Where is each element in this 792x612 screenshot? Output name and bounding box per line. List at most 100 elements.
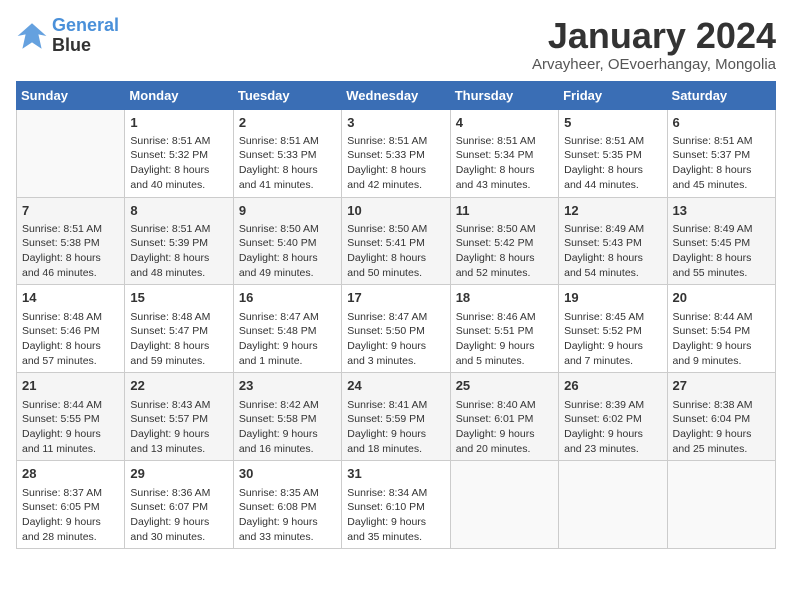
- day-number: 18: [456, 289, 553, 307]
- day-info: Sunrise: 8:47 AM Sunset: 5:50 PM Dayligh…: [347, 310, 444, 369]
- day-info: Sunrise: 8:44 AM Sunset: 5:55 PM Dayligh…: [22, 398, 119, 457]
- day-number: 29: [130, 465, 227, 483]
- day-number: 2: [239, 114, 336, 132]
- month-title: January 2024: [532, 16, 776, 56]
- day-number: 11: [456, 202, 553, 220]
- calendar-cell: 29 Sunrise: 8:36 AM Sunset: 6:07 PM Dayli…: [125, 461, 233, 549]
- day-info: Sunrise: 8:51 AM Sunset: 5:39 PM Dayligh…: [130, 222, 227, 281]
- day-info: Sunrise: 8:49 AM Sunset: 5:45 PM Dayligh…: [673, 222, 770, 281]
- day-info: Sunrise: 8:42 AM Sunset: 5:58 PM Dayligh…: [239, 398, 336, 457]
- day-info: Sunrise: 8:51 AM Sunset: 5:33 PM Dayligh…: [239, 134, 336, 193]
- day-number: 3: [347, 114, 444, 132]
- calendar-cell: 7Sunrise: 8:51 AM Sunset: 5:38 PM Daylig…: [17, 197, 125, 285]
- day-info: Sunrise: 8:44 AM Sunset: 5:54 PM Dayligh…: [673, 310, 770, 369]
- calendar-cell: 11 Sunrise: 8:50 AM Sunset: 5:42 PM Dayli…: [450, 197, 558, 285]
- calendar-cell: [17, 109, 125, 197]
- day-info: Sunrise: 8:48 AM Sunset: 5:47 PM Dayligh…: [130, 310, 227, 369]
- calendar-cell: 4 Sunrise: 8:51 AM Sunset: 5:34 PM Daylig…: [450, 109, 558, 197]
- day-info: Sunrise: 8:36 AM Sunset: 6:07 PM Dayligh…: [130, 486, 227, 545]
- calendar-cell: 12Sunrise: 8:49 AM Sunset: 5:43 PM Dayli…: [559, 197, 667, 285]
- day-info: Sunrise: 8:51 AM Sunset: 5:38 PM Dayligh…: [22, 222, 119, 281]
- day-header-friday: Friday: [559, 81, 667, 109]
- day-number: 26: [564, 377, 661, 395]
- calendar-cell: 24 Sunrise: 8:41 AM Sunset: 5:59 PM Dayli…: [342, 373, 450, 461]
- day-number: 15: [130, 289, 227, 307]
- day-number: 30: [239, 465, 336, 483]
- day-info: Sunrise: 8:51 AM Sunset: 5:37 PM Dayligh…: [673, 134, 770, 193]
- day-number: 10: [347, 202, 444, 220]
- day-info: Sunrise: 8:41 AM Sunset: 5:59 PM Dayligh…: [347, 398, 444, 457]
- logo-text: General Blue: [52, 16, 119, 56]
- day-number: 6: [673, 114, 770, 132]
- location-subtitle: Arvayheer, OEvoerhangay, Mongolia: [532, 56, 776, 73]
- calendar-cell: 27 Sunrise: 8:38 AM Sunset: 6:04 PM Dayli…: [667, 373, 775, 461]
- day-number: 31: [347, 465, 444, 483]
- calendar-cell: [667, 461, 775, 549]
- calendar-cell: 20 Sunrise: 8:44 AM Sunset: 5:54 PM Dayli…: [667, 285, 775, 373]
- calendar-week-row: 21 Sunrise: 8:44 AM Sunset: 5:55 PM Dayli…: [17, 373, 776, 461]
- day-header-monday: Monday: [125, 81, 233, 109]
- calendar-cell: 19 Sunrise: 8:45 AM Sunset: 5:52 PM Dayli…: [559, 285, 667, 373]
- day-info: Sunrise: 8:47 AM Sunset: 5:48 PM Dayligh…: [239, 310, 336, 369]
- calendar-cell: 21 Sunrise: 8:44 AM Sunset: 5:55 PM Dayli…: [17, 373, 125, 461]
- day-number: 24: [347, 377, 444, 395]
- day-info: Sunrise: 8:49 AM Sunset: 5:43 PM Dayligh…: [564, 222, 661, 281]
- day-number: 20: [673, 289, 770, 307]
- day-number: 8: [130, 202, 227, 220]
- day-info: Sunrise: 8:51 AM Sunset: 5:32 PM Dayligh…: [130, 134, 227, 193]
- day-number: 21: [22, 377, 119, 395]
- day-number: 22: [130, 377, 227, 395]
- day-info: Sunrise: 8:38 AM Sunset: 6:04 PM Dayligh…: [673, 398, 770, 457]
- day-number: 16: [239, 289, 336, 307]
- day-number: 19: [564, 289, 661, 307]
- calendar-cell: 18Sunrise: 8:46 AM Sunset: 5:51 PM Dayli…: [450, 285, 558, 373]
- day-header-saturday: Saturday: [667, 81, 775, 109]
- logo-icon: [16, 20, 48, 52]
- calendar-cell: 8 Sunrise: 8:51 AM Sunset: 5:39 PM Daylig…: [125, 197, 233, 285]
- calendar-cell: 6 Sunrise: 8:51 AM Sunset: 5:37 PM Daylig…: [667, 109, 775, 197]
- title-block: January 2024 Arvayheer, OEvoerhangay, Mo…: [532, 16, 776, 73]
- day-number: 28: [22, 465, 119, 483]
- calendar-cell: 1 Sunrise: 8:51 AM Sunset: 5:32 PM Daylig…: [125, 109, 233, 197]
- calendar-cell: 28Sunrise: 8:37 AM Sunset: 6:05 PM Dayli…: [17, 461, 125, 549]
- day-number: 27: [673, 377, 770, 395]
- day-header-tuesday: Tuesday: [233, 81, 341, 109]
- page-header: General Blue January 2024 Arvayheer, OEv…: [16, 16, 776, 73]
- day-info: Sunrise: 8:51 AM Sunset: 5:34 PM Dayligh…: [456, 134, 553, 193]
- calendar-cell: 15 Sunrise: 8:48 AM Sunset: 5:47 PM Dayli…: [125, 285, 233, 373]
- day-number: 17: [347, 289, 444, 307]
- calendar-cell: 3 Sunrise: 8:51 AM Sunset: 5:33 PM Daylig…: [342, 109, 450, 197]
- day-number: 1: [130, 114, 227, 132]
- calendar-cell: 13 Sunrise: 8:49 AM Sunset: 5:45 PM Dayli…: [667, 197, 775, 285]
- day-number: 25: [456, 377, 553, 395]
- day-info: Sunrise: 8:43 AM Sunset: 5:57 PM Dayligh…: [130, 398, 227, 457]
- calendar-cell: 26Sunrise: 8:39 AM Sunset: 6:02 PM Dayli…: [559, 373, 667, 461]
- day-header-sunday: Sunday: [17, 81, 125, 109]
- day-number: 9: [239, 202, 336, 220]
- calendar-cell: 9Sunrise: 8:50 AM Sunset: 5:40 PM Daylig…: [233, 197, 341, 285]
- day-info: Sunrise: 8:40 AM Sunset: 6:01 PM Dayligh…: [456, 398, 553, 457]
- day-number: 5: [564, 114, 661, 132]
- calendar-cell: 2 Sunrise: 8:51 AM Sunset: 5:33 PM Daylig…: [233, 109, 341, 197]
- day-info: Sunrise: 8:34 AM Sunset: 6:10 PM Dayligh…: [347, 486, 444, 545]
- day-number: 23: [239, 377, 336, 395]
- calendar-body: 1 Sunrise: 8:51 AM Sunset: 5:32 PM Daylig…: [17, 109, 776, 549]
- logo: General Blue: [16, 16, 119, 56]
- day-info: Sunrise: 8:50 AM Sunset: 5:42 PM Dayligh…: [456, 222, 553, 281]
- day-number: 4: [456, 114, 553, 132]
- day-info: Sunrise: 8:50 AM Sunset: 5:41 PM Dayligh…: [347, 222, 444, 281]
- calendar-cell: 30Sunrise: 8:35 AM Sunset: 6:08 PM Dayli…: [233, 461, 341, 549]
- day-info: Sunrise: 8:45 AM Sunset: 5:52 PM Dayligh…: [564, 310, 661, 369]
- calendar-cell: [450, 461, 558, 549]
- day-header-thursday: Thursday: [450, 81, 558, 109]
- calendar-cell: 25 Sunrise: 8:40 AM Sunset: 6:01 PM Dayli…: [450, 373, 558, 461]
- day-info: Sunrise: 8:51 AM Sunset: 5:33 PM Dayligh…: [347, 134, 444, 193]
- calendar-cell: [559, 461, 667, 549]
- calendar-header-row: SundayMondayTuesdayWednesdayThursdayFrid…: [17, 81, 776, 109]
- day-info: Sunrise: 8:48 AM Sunset: 5:46 PM Dayligh…: [22, 310, 119, 369]
- day-number: 13: [673, 202, 770, 220]
- calendar-cell: 10 Sunrise: 8:50 AM Sunset: 5:41 PM Dayli…: [342, 197, 450, 285]
- calendar-week-row: 7Sunrise: 8:51 AM Sunset: 5:38 PM Daylig…: [17, 197, 776, 285]
- calendar-cell: 14Sunrise: 8:48 AM Sunset: 5:46 PM Dayli…: [17, 285, 125, 373]
- calendar-cell: 17 Sunrise: 8:47 AM Sunset: 5:50 PM Dayli…: [342, 285, 450, 373]
